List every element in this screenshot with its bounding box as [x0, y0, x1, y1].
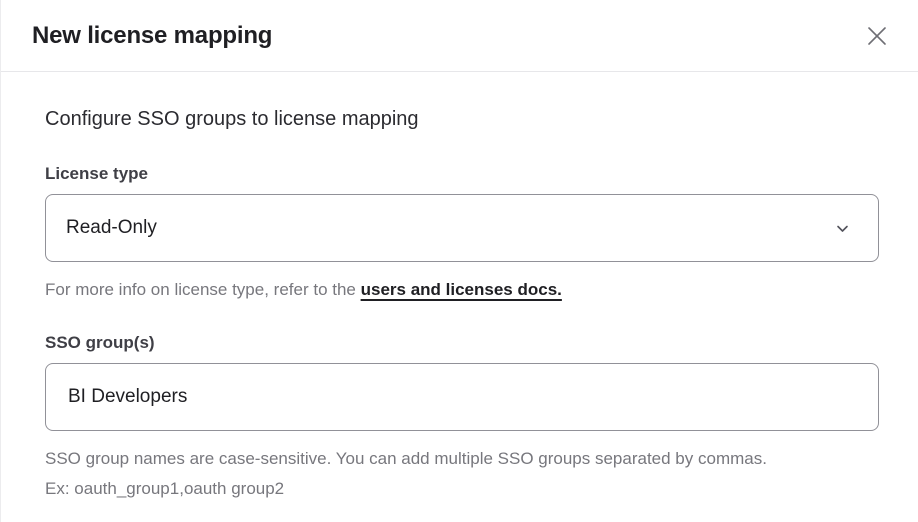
license-type-helper-text: For more info on license type, refer to … — [45, 280, 361, 299]
modal-title: New license mapping — [32, 22, 272, 50]
close-button[interactable] — [864, 23, 890, 49]
license-type-field: License type Read-Only For more info on … — [45, 164, 878, 305]
sso-groups-label: SSO group(s) — [45, 333, 878, 353]
sso-groups-input[interactable] — [45, 363, 879, 431]
chevron-down-icon — [834, 220, 851, 237]
license-type-label: License type — [45, 164, 878, 184]
sso-groups-helper: SSO group names are case-sensitive. You … — [45, 444, 790, 504]
license-type-helper: For more info on license type, refer to … — [45, 275, 790, 305]
new-license-mapping-modal: New license mapping Configure SSO groups… — [0, 0, 918, 522]
modal-header: New license mapping — [1, 0, 918, 72]
form-heading: Configure SSO groups to license mapping — [45, 108, 878, 131]
modal-body: Configure SSO groups to license mapping … — [1, 72, 918, 504]
users-and-licenses-docs-link[interactable]: users and licenses docs. — [361, 280, 562, 299]
sso-groups-field: SSO group(s) SSO group names are case-se… — [45, 333, 878, 504]
license-type-select[interactable]: Read-Only — [45, 194, 879, 262]
license-type-selected-value: Read-Only — [66, 217, 157, 239]
close-icon — [864, 23, 890, 49]
